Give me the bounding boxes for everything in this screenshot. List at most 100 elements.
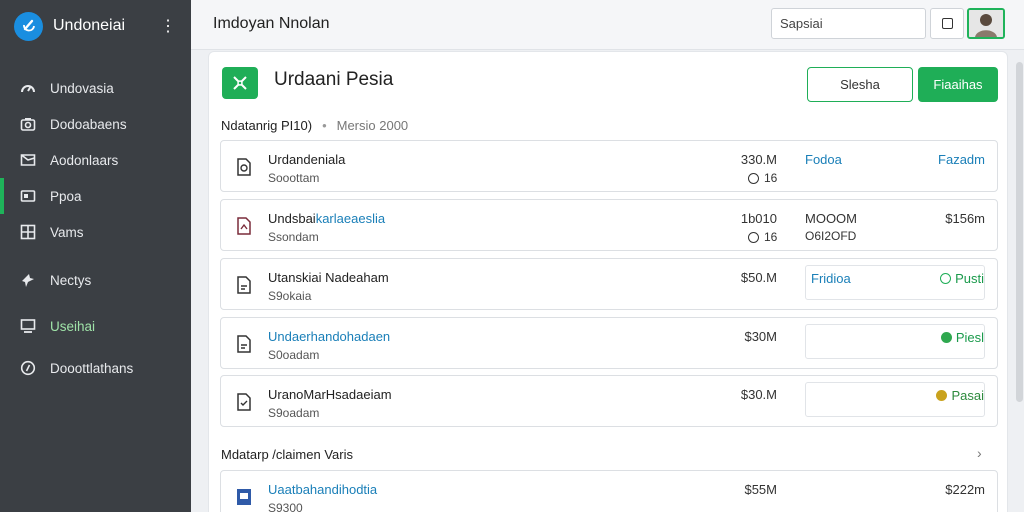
search-input[interactable] — [771, 8, 926, 39]
item-size: $55M — [744, 482, 777, 497]
list-item[interactable]: Undaerhandohadaen S0oadam $30M Piesl — [220, 317, 998, 369]
item-size: 1b010 — [740, 211, 777, 226]
meta-line: Ndatanrig PI10) • Mersio 2000 — [221, 118, 408, 133]
status-text: Piesl — [955, 330, 984, 345]
status-box[interactable]: Fridioa Pusti — [805, 265, 985, 300]
item-extra: 16 — [748, 171, 777, 185]
sidebar-item-7[interactable]: Dooottlathans — [0, 350, 191, 386]
circle-icon — [940, 273, 952, 284]
meta-version: Mersio 2000 — [336, 118, 409, 133]
list-item[interactable]: UranoMarHsadaeiam S9oadam $30.M Pasai — [220, 375, 998, 427]
item-name-part: Undsbai — [268, 211, 316, 226]
list-item[interactable]: Urdandeniala Sooottam 330.M 16 Fodoa Faz… — [220, 140, 998, 192]
status-badge: Pasai — [936, 388, 984, 403]
item-extra-value: 16 — [764, 171, 778, 185]
sidebar: Undoneiai ⋮ Undovasia Dodoabaens Aodonla… — [0, 0, 191, 512]
square-icon — [941, 18, 953, 29]
item-right: $222m — [945, 482, 985, 497]
image-icon — [19, 187, 37, 205]
item-name: Undsbaikarlaeaeslia — [268, 211, 385, 226]
status-badge: Piesl — [940, 330, 984, 345]
sidebar-item-4[interactable]: Vams — [0, 214, 191, 250]
more-vertical-icon[interactable]: ⋮ — [157, 15, 179, 37]
user-avatar-icon — [969, 10, 1003, 37]
gauge-icon — [19, 79, 37, 97]
item-right[interactable]: Fazadm — [938, 152, 985, 167]
item-col3: MOOOM — [805, 211, 857, 226]
clock-icon — [748, 172, 759, 184]
inbox-icon — [19, 151, 37, 169]
primary-button[interactable]: Fiaaihas — [918, 67, 998, 102]
status-text: Pasai — [951, 388, 984, 403]
sidebar-item-3[interactable]: Ppoa — [0, 178, 191, 214]
item-name: Utanskiai Nadeaham — [268, 270, 389, 285]
item-sub: Ssondam — [268, 230, 319, 244]
camera-icon — [19, 115, 37, 133]
chevron-right-icon[interactable]: › — [977, 445, 982, 461]
item-size: $30.M — [740, 387, 777, 402]
window-title: Imdoyan Nnolan — [213, 15, 330, 32]
item-name-link[interactable]: karlaeaeslia — [316, 211, 385, 226]
item-name-link[interactable]: Uaatbahandihodtia — [268, 482, 377, 497]
clock-icon — [748, 231, 759, 243]
item-size: $50.M — [740, 270, 777, 285]
sidebar-item-0[interactable]: Undovasia — [0, 70, 191, 106]
status-dot-icon — [940, 332, 952, 343]
app-logo-icon — [14, 11, 43, 41]
item-size: 330.M — [740, 152, 777, 167]
file-icon — [234, 275, 254, 295]
item-extra-value: 16 — [764, 230, 778, 244]
status-box[interactable]: Pasai — [805, 382, 985, 417]
list-item[interactable]: Undsbaikarlaeaeslia Ssondam 1b010 16 MOO… — [220, 199, 998, 251]
item-link[interactable]: Fodoa — [805, 152, 842, 167]
sidebar-item-5[interactable]: Nectys — [0, 262, 191, 298]
sidebar-item-label: Nectys — [50, 272, 92, 288]
page-title: Urdaani Pesia — [274, 69, 394, 90]
doc-file-icon — [234, 487, 254, 507]
sidebar-item-label: Ppoa — [50, 188, 82, 204]
item-name: UranoMarHsadaeiam — [268, 387, 392, 402]
monitor-icon — [19, 317, 37, 335]
status-link[interactable]: Fridioa — [811, 271, 851, 286]
list-item[interactable]: Utanskiai Nadeaham S9okaia $50.M Fridioa… — [220, 258, 998, 310]
top-bar: Imdoyan Nnolan — [191, 0, 1024, 50]
file-icon — [234, 334, 254, 354]
sidebar-item-label: Dodoabaens — [50, 116, 127, 132]
item-sub: S9oadam — [268, 406, 320, 420]
sidebar-item-2[interactable]: Aodonlaars — [0, 142, 191, 178]
main-panel: Urdaani Pesia Slesha Fiaaihas Ndatanrig … — [208, 51, 1008, 512]
meta-separator: • — [322, 118, 327, 133]
sidebar-item-6[interactable]: Useihai — [0, 308, 191, 344]
sidebar-item-label: Useihai — [50, 318, 96, 334]
item-name-link[interactable]: Undaerhandohadaen — [268, 329, 390, 344]
file-icon — [234, 157, 254, 177]
brand: Undoneiai ⋮ — [0, 0, 191, 52]
grid-icon — [19, 223, 37, 241]
status-box[interactable]: Piesl — [805, 324, 985, 359]
checkbox-button[interactable] — [930, 8, 964, 39]
sidebar-item-label: Aodonlaars — [50, 152, 119, 168]
item-sub: S0oadam — [268, 348, 320, 362]
item-sub: Sooottam — [268, 171, 320, 185]
section-title: Mdatarp /claimen Varis — [221, 447, 353, 462]
app-name: Undoneiai — [53, 17, 126, 34]
status-text: Pusti — [955, 271, 984, 286]
tools-icon — [222, 67, 258, 99]
sidebar-item-label: Undovasia — [50, 80, 114, 96]
item-name[interactable]: Undaerhandohadaen — [268, 329, 390, 344]
file-icon — [234, 392, 254, 412]
list-item[interactable]: Uaatbahandihodtia S9300 $55M $222m — [220, 470, 998, 512]
sidebar-item-label: Dooottlathans — [50, 360, 134, 376]
pdf-file-icon — [234, 216, 254, 236]
status-badge: Pusti — [940, 271, 984, 286]
avatar[interactable] — [967, 8, 1005, 39]
item-size: $30M — [744, 329, 777, 344]
status-dot-icon — [936, 390, 948, 401]
item-name[interactable]: Uaatbahandihodtia — [268, 482, 377, 497]
scrollbar[interactable] — [1016, 62, 1023, 402]
item-right: $156m — [945, 211, 985, 226]
sidebar-item-1[interactable]: Dodoabaens — [0, 106, 191, 142]
secondary-button[interactable]: Slesha — [807, 67, 913, 102]
pin-icon — [19, 271, 37, 289]
item-col3b: O6I2OFD — [805, 229, 857, 243]
